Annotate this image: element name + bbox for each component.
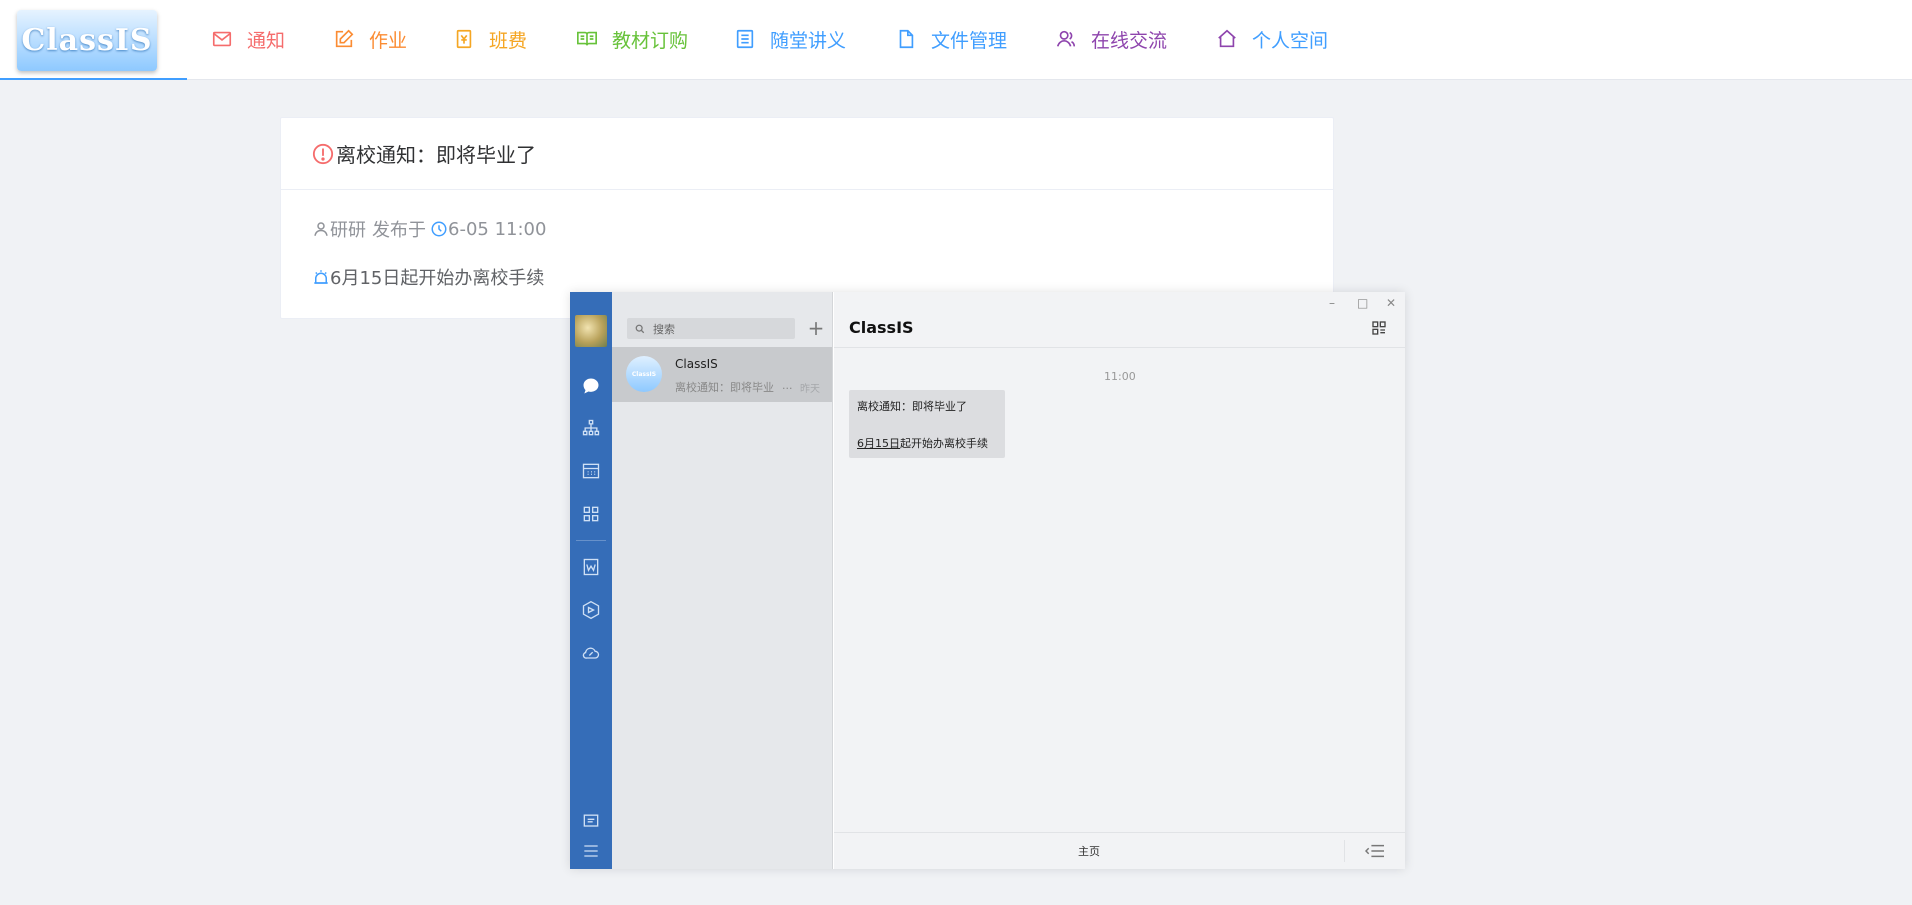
- conversation-preview: 离校通知：即将毕业: [675, 381, 774, 394]
- cloud-icon[interactable]: [581, 643, 601, 663]
- conversation-avatar: ClassIS: [626, 356, 662, 392]
- clock-icon: [431, 221, 447, 237]
- close-button[interactable]: ✕: [1386, 296, 1396, 310]
- maximize-button[interactable]: □: [1357, 296, 1368, 310]
- search-input[interactable]: 搜索: [627, 318, 795, 339]
- chat-title: ClassIS: [849, 318, 914, 337]
- message-icon[interactable]: [581, 376, 601, 396]
- chat-window: 搜索 + ClassIS ClassIS 离校通知：即将毕业 ... 昨天 – …: [570, 292, 1405, 869]
- nav-label: 作业: [369, 29, 408, 52]
- nav-label: 随堂讲义: [770, 29, 847, 52]
- notice-meta: 研研 发布于 6-05 11:00: [312, 216, 546, 242]
- nav-label: 班费: [489, 29, 528, 52]
- header-divider: [834, 347, 1405, 348]
- nav-label: 在线交流: [1091, 29, 1168, 52]
- nav-online-chat[interactable]: 在线交流: [1055, 0, 1167, 78]
- alarm-icon: [314, 270, 328, 284]
- menu-icon[interactable]: [581, 841, 601, 861]
- search-icon: [635, 324, 645, 333]
- list-doc-icon: [736, 29, 754, 49]
- sidebar-divider: [576, 540, 606, 541]
- message-line-1: 离校通知：即将毕业了: [857, 400, 967, 413]
- home-tab[interactable]: 主页: [834, 833, 1344, 869]
- minimize-button[interactable]: –: [1329, 296, 1335, 310]
- conversation-time: 昨天: [800, 384, 820, 395]
- nav-label: 文件管理: [931, 29, 1008, 52]
- mail-icon: [212, 31, 232, 47]
- cube-icon[interactable]: [581, 600, 601, 620]
- money-icon: [456, 29, 472, 49]
- conversation-preview-more: ...: [782, 379, 793, 392]
- message-rest: 起开始办离校手续: [900, 437, 988, 450]
- org-chart-icon[interactable]: [581, 418, 601, 438]
- user-icon: [314, 222, 328, 236]
- home-icon: [1218, 29, 1236, 48]
- notice-time: 6-05 11:00: [448, 218, 547, 240]
- nav-label: 通知: [247, 29, 286, 52]
- qr-profile-icon[interactable]: [1371, 320, 1387, 336]
- nav-class-fee[interactable]: 班费: [453, 0, 527, 78]
- nav-personal-space[interactable]: 个人空间: [1216, 0, 1328, 78]
- date-link[interactable]: 6月15日: [857, 437, 900, 450]
- users-icon: [1056, 30, 1076, 47]
- logo-text: ClassIS: [21, 23, 153, 58]
- conversation-name: ClassIS: [675, 357, 718, 371]
- add-button[interactable]: +: [807, 318, 825, 338]
- conversation-list: 搜索 + ClassIS ClassIS 离校通知：即将毕业 ... 昨天: [612, 292, 833, 869]
- top-navbar: ClassIS 通知 作业 班费 教材订购 随堂讲义 文件管理 在线交流 个人空…: [0, 0, 1912, 80]
- nav-textbook-order[interactable]: 教材订购: [576, 0, 688, 78]
- user-avatar[interactable]: [575, 315, 607, 347]
- book-icon: [577, 31, 597, 46]
- notice-header: 离校通知：即将毕业了: [281, 118, 1333, 190]
- message-line-2: 6月15日起开始办离校手续: [857, 435, 997, 453]
- nav-file-management[interactable]: 文件管理: [895, 0, 1007, 78]
- notice-content: 6月15日起开始办离校手续: [330, 268, 545, 289]
- notice-content-row: 6月15日起开始办离校手续: [312, 264, 544, 290]
- calendar-icon[interactable]: [581, 461, 601, 481]
- warning-icon: [312, 143, 334, 164]
- nav-label: 教材订购: [612, 29, 689, 52]
- edit-icon: [335, 29, 354, 48]
- word-doc-icon[interactable]: [581, 557, 601, 577]
- notice-title: 离校通知：即将毕业了: [336, 143, 536, 167]
- chat-main: – □ ✕ ClassIS 11:00 离校通知：即将毕业了 6月15日起开始办…: [834, 292, 1405, 869]
- message-timestamp: 11:00: [1104, 370, 1136, 383]
- chat-sidebar: [570, 292, 612, 869]
- active-indicator: [0, 78, 187, 80]
- apps-grid-icon[interactable]: [581, 504, 601, 524]
- notice-author: 研研: [330, 220, 366, 241]
- feedback-icon[interactable]: [581, 811, 601, 831]
- nav-notice[interactable]: 通知: [211, 0, 285, 78]
- published-label: 发布于: [372, 220, 426, 241]
- classis-logo[interactable]: ClassIS: [17, 10, 157, 71]
- file-icon: [899, 29, 914, 49]
- nav-lecture-notes[interactable]: 随堂讲义: [734, 0, 846, 78]
- nav-homework[interactable]: 作业: [333, 0, 407, 78]
- notice-card: 离校通知：即将毕业了 研研 发布于 6-05 11:00 6月15日起开始办离校…: [280, 117, 1334, 319]
- conversation-item[interactable]: ClassIS ClassIS 离校通知：即将毕业 ... 昨天: [612, 347, 832, 402]
- search-placeholder: 搜索: [653, 322, 675, 336]
- message-bubble[interactable]: 离校通知：即将毕业了 6月15日起开始办离校手续: [849, 390, 1005, 458]
- nav-label: 个人空间: [1252, 29, 1329, 52]
- footer-separator: [1344, 840, 1345, 862]
- collapse-menu-icon[interactable]: [1364, 842, 1386, 860]
